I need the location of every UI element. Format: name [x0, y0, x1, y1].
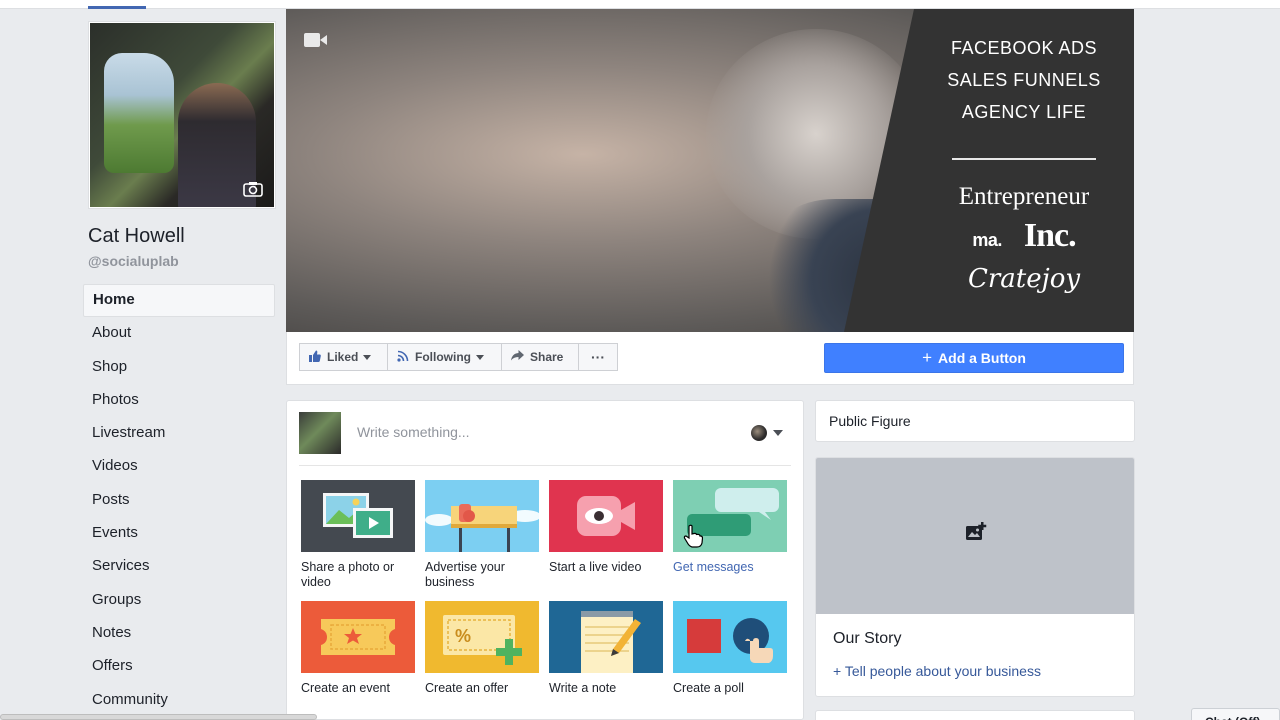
entrepreneur-logo: Entrepreneur: [958, 183, 1090, 210]
nav-item-shop[interactable]: Shop: [83, 351, 275, 384]
composer-divider: [299, 465, 791, 466]
tile-label: Start a live video: [549, 560, 642, 574]
audience-selector[interactable]: [751, 425, 783, 441]
photo-window-detail: [104, 53, 174, 173]
add-photo-icon: [966, 522, 987, 540]
page-category[interactable]: Public Figure: [829, 413, 911, 429]
nav-item-posts[interactable]: Posts: [83, 484, 275, 517]
thumbs-up-icon: [309, 350, 321, 365]
post-composer: Write something... Share a photo or vide…: [286, 400, 804, 720]
page-name[interactable]: Cat Howell: [88, 225, 185, 248]
video-camera-icon: [304, 32, 328, 48]
create-event-tile[interactable]: Create an event: [301, 601, 415, 696]
share-photo-video-tile[interactable]: Share a photo or video: [301, 480, 415, 590]
add-a-button[interactable]: + Add a Button: [824, 343, 1124, 373]
chevron-down-icon: [363, 354, 372, 360]
share-label: Share: [530, 350, 564, 364]
nav-item-notes[interactable]: Notes: [83, 617, 275, 650]
poll-illustration: [673, 601, 787, 673]
profile-picture[interactable]: [88, 21, 276, 209]
nav-item-photos[interactable]: Photos: [83, 384, 275, 417]
cover-text: FACEBOOK ADS SALES FUNNELS AGENCY LIFE E…: [914, 9, 1134, 332]
tile-label: Share a photo or video: [301, 560, 395, 589]
tile-label: Advertise your business: [425, 560, 505, 589]
avatar: [299, 412, 341, 454]
more-options-button[interactable]: ···: [578, 343, 618, 371]
create-offer-tile[interactable]: % Create an offer: [425, 601, 539, 696]
create-poll-tile[interactable]: Create a poll: [673, 601, 787, 696]
start-live-video-tile[interactable]: Start a live video: [549, 480, 663, 575]
page-handle[interactable]: @socialuplab: [88, 253, 179, 269]
our-story-card: Our Story + Tell people about your busin…: [815, 457, 1135, 697]
liked-button[interactable]: Liked: [299, 343, 388, 371]
hand-cursor-icon: [683, 524, 703, 548]
top-navigation-bar: [0, 0, 1280, 9]
advertise-illustration: [425, 480, 539, 552]
horizontal-scrollbar[interactable]: [0, 714, 317, 720]
tile-label: Create an event: [301, 681, 390, 695]
cover-line-3: AGENCY LIFE: [961, 102, 1087, 122]
event-illustration: [301, 601, 415, 673]
cover-line-2: SALES FUNNELS: [947, 70, 1101, 90]
brand-logos: ma. Inc.: [914, 218, 1134, 254]
nav-item-community[interactable]: Community: [83, 684, 275, 717]
chevron-down-icon: [773, 430, 783, 436]
page-action-bar: Liked Following Share ··· + Add a Button: [286, 332, 1134, 385]
ma-logo: ma.: [972, 230, 1002, 250]
add-button-label: Add a Button: [938, 350, 1026, 366]
photo-video-illustration: [301, 480, 415, 552]
tile-label: Write a note: [549, 681, 617, 695]
active-tab-indicator: [88, 6, 146, 9]
note-illustration: [549, 601, 663, 673]
cover-line-1: FACEBOOK ADS: [950, 38, 1098, 58]
cover-video[interactable]: FACEBOOK ADS SALES FUNNELS AGENCY LIFE E…: [286, 9, 1134, 332]
tile-label: Create an offer: [425, 681, 509, 695]
page-action-buttons: Liked Following Share ···: [299, 343, 618, 371]
camera-icon[interactable]: [242, 181, 264, 197]
offer-illustration: %: [425, 601, 539, 673]
advertise-business-tile[interactable]: Advertise your business: [425, 480, 539, 590]
following-button[interactable]: Following: [387, 343, 502, 371]
nav-item-offers[interactable]: Offers: [83, 650, 275, 683]
tell-people-link[interactable]: + Tell people about your business: [833, 663, 1041, 679]
write-note-tile[interactable]: Write a note: [549, 601, 663, 696]
cratejoy-logo: Cratejoy: [967, 264, 1081, 294]
nav-item-services[interactable]: Services: [83, 550, 275, 583]
inc-logo: Inc.: [1023, 217, 1077, 254]
next-card: [815, 710, 1135, 720]
get-messages-tile[interactable]: Get messages: [673, 480, 787, 575]
nav-item-events[interactable]: Events: [83, 517, 275, 550]
nav-item-livestream[interactable]: Livestream: [83, 417, 275, 450]
rss-feed-icon: [397, 350, 409, 365]
liked-label: Liked: [327, 350, 359, 364]
live-video-illustration: [549, 480, 663, 552]
story-cover-placeholder[interactable]: [816, 458, 1134, 614]
cover-divider: [952, 158, 1096, 160]
following-label: Following: [415, 350, 471, 364]
nav-item-groups[interactable]: Groups: [83, 584, 275, 617]
write-something-input[interactable]: Write something...: [357, 424, 470, 440]
audience-avatar: [751, 425, 767, 441]
nav-item-home[interactable]: Home: [83, 284, 275, 318]
messages-illustration: [673, 480, 787, 552]
plus-icon: +: [922, 348, 933, 367]
tile-label: Get messages: [673, 560, 754, 574]
nav-item-about[interactable]: About: [83, 317, 275, 350]
nav-item-videos[interactable]: Videos: [83, 450, 275, 483]
share-button[interactable]: Share: [501, 343, 579, 371]
tile-label: Create a poll: [673, 681, 744, 695]
profile-photo: [90, 23, 274, 207]
svg-text:%: %: [455, 626, 471, 646]
share-arrow-icon: [511, 350, 524, 364]
chat-tab[interactable]: Chat (Off): [1191, 708, 1280, 720]
chevron-down-icon: [476, 354, 484, 360]
our-story-title: Our Story: [833, 630, 902, 647]
page-category-card: Public Figure: [815, 400, 1135, 442]
page-navigation: Home About Shop Photos Livestream Videos…: [83, 284, 275, 717]
